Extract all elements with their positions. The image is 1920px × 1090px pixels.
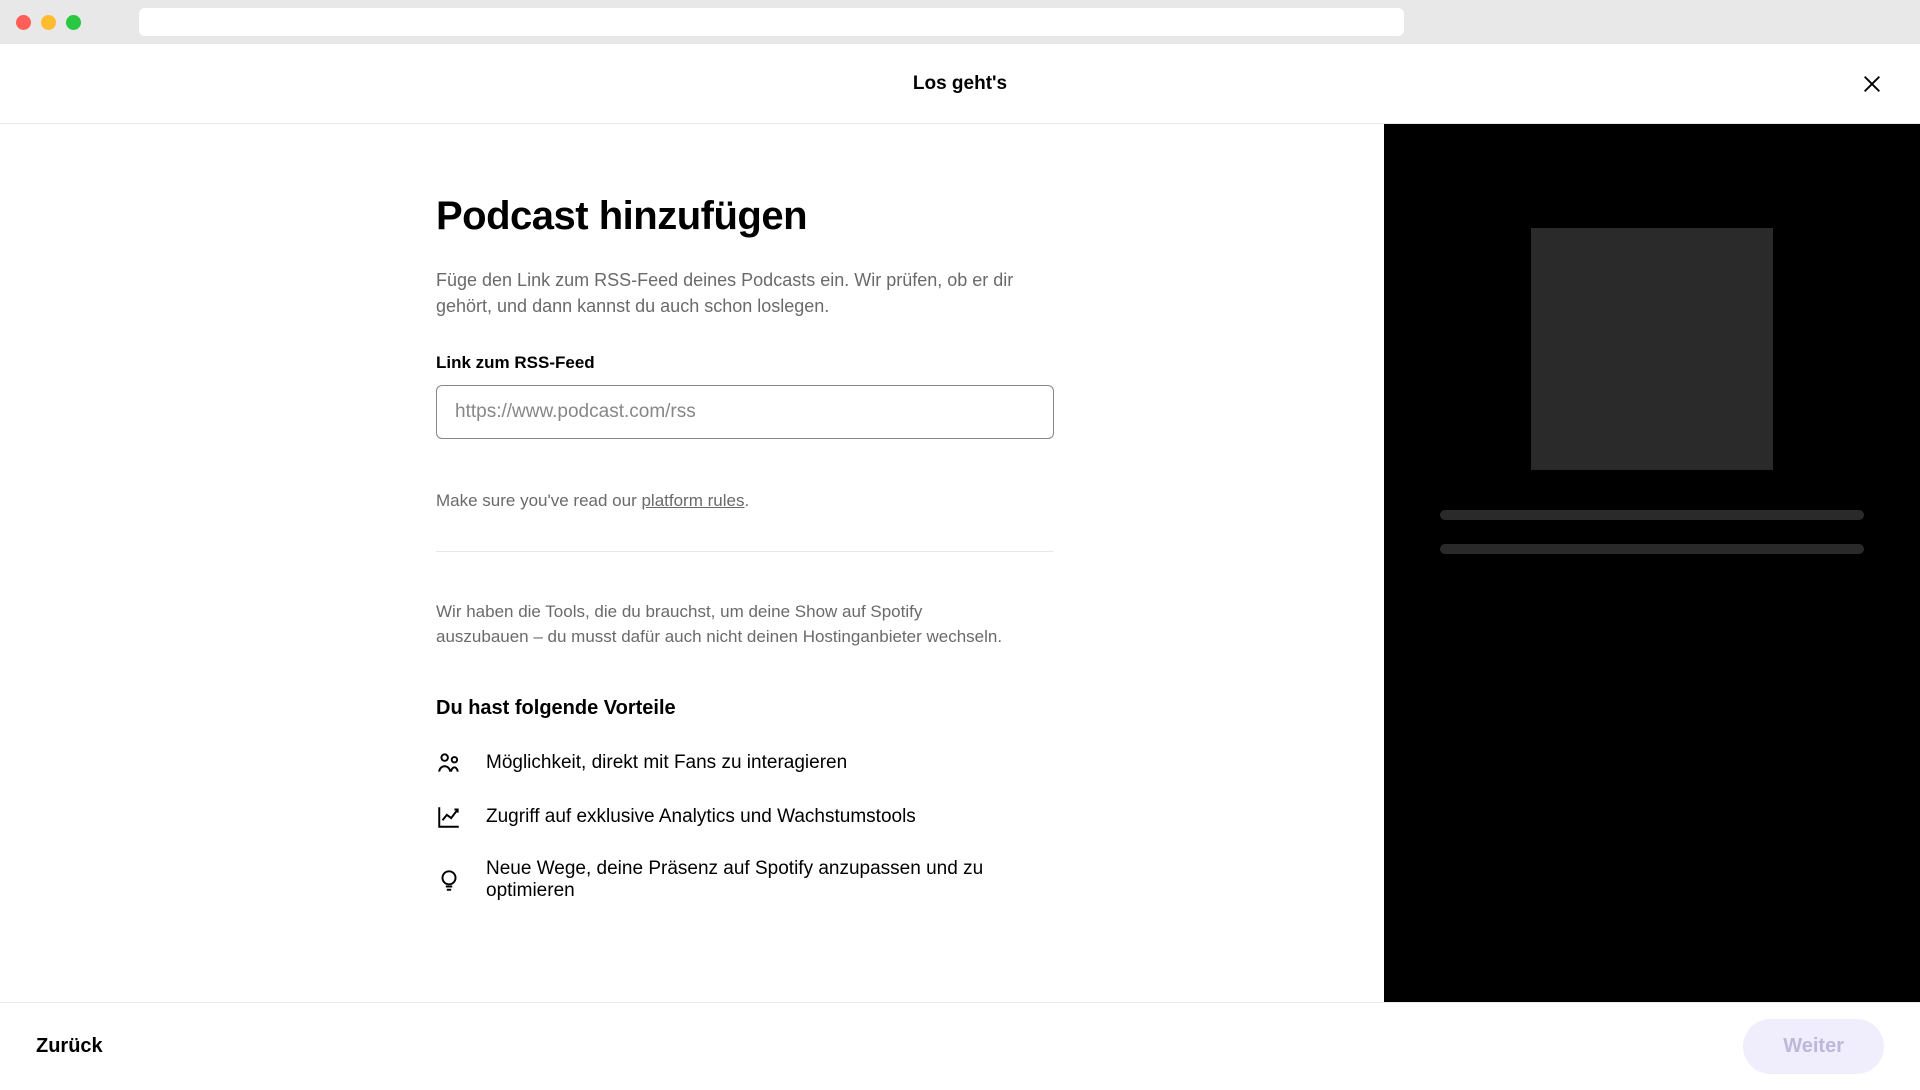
rules-suffix-text: . xyxy=(744,491,749,510)
tools-description: Wir haben die Tools, die du brauchst, um… xyxy=(436,600,1016,649)
benefit-item: Neue Wege, deine Präsenz auf Spotify anz… xyxy=(436,858,1056,902)
section-divider xyxy=(436,551,1054,552)
close-icon xyxy=(1861,73,1883,95)
url-bar[interactable] xyxy=(139,8,1404,36)
preview-artwork-placeholder xyxy=(1531,228,1773,470)
page-description: Füge den Link zum RSS-Feed deines Podcas… xyxy=(436,267,1026,319)
app-header-title: Los geht's xyxy=(913,73,1007,95)
platform-rules-link[interactable]: platform rules xyxy=(641,491,744,510)
next-button[interactable]: Weiter xyxy=(1743,1019,1884,1074)
back-button[interactable]: Zurück xyxy=(36,1035,103,1058)
preview-column xyxy=(1384,124,1920,1002)
minimize-window-button[interactable] xyxy=(41,15,56,30)
benefit-text: Möglichkeit, direkt mit Fans zu interagi… xyxy=(486,752,847,774)
benefits-list: Möglichkeit, direkt mit Fans zu interagi… xyxy=(436,750,1056,902)
benefit-item: Zugriff auf exklusive Analytics und Wach… xyxy=(436,804,1056,830)
benefit-text: Neue Wege, deine Präsenz auf Spotify anz… xyxy=(486,858,1056,902)
rss-feed-input[interactable] xyxy=(436,385,1054,439)
window-controls xyxy=(16,15,81,30)
maximize-window-button[interactable] xyxy=(66,15,81,30)
people-icon xyxy=(436,750,462,776)
main-content: Podcast hinzufügen Füge den Link zum RSS… xyxy=(0,124,1920,1002)
bulb-icon xyxy=(436,867,462,893)
benefit-item: Möglichkeit, direkt mit Fans zu interagi… xyxy=(436,750,1056,776)
rss-field-label: Link zum RSS-Feed xyxy=(436,353,1056,373)
preview-subtitle-placeholder xyxy=(1440,544,1864,554)
benefits-heading: Du hast folgende Vorteile xyxy=(436,697,1056,720)
benefit-text: Zugriff auf exklusive Analytics und Wach… xyxy=(486,806,916,828)
close-button[interactable] xyxy=(1858,70,1886,98)
platform-rules-line: Make sure you've read our platform rules… xyxy=(436,491,1056,511)
browser-chrome xyxy=(0,0,1920,44)
app-header: Los geht's xyxy=(0,44,1920,124)
footer: Zurück Weiter xyxy=(0,1002,1920,1090)
close-window-button[interactable] xyxy=(16,15,31,30)
analytics-icon xyxy=(436,804,462,830)
page-title: Podcast hinzufügen xyxy=(436,194,1056,239)
form-column: Podcast hinzufügen Füge den Link zum RSS… xyxy=(0,124,1384,1002)
rules-prefix-text: Make sure you've read our xyxy=(436,491,641,510)
preview-title-placeholder xyxy=(1440,510,1864,520)
